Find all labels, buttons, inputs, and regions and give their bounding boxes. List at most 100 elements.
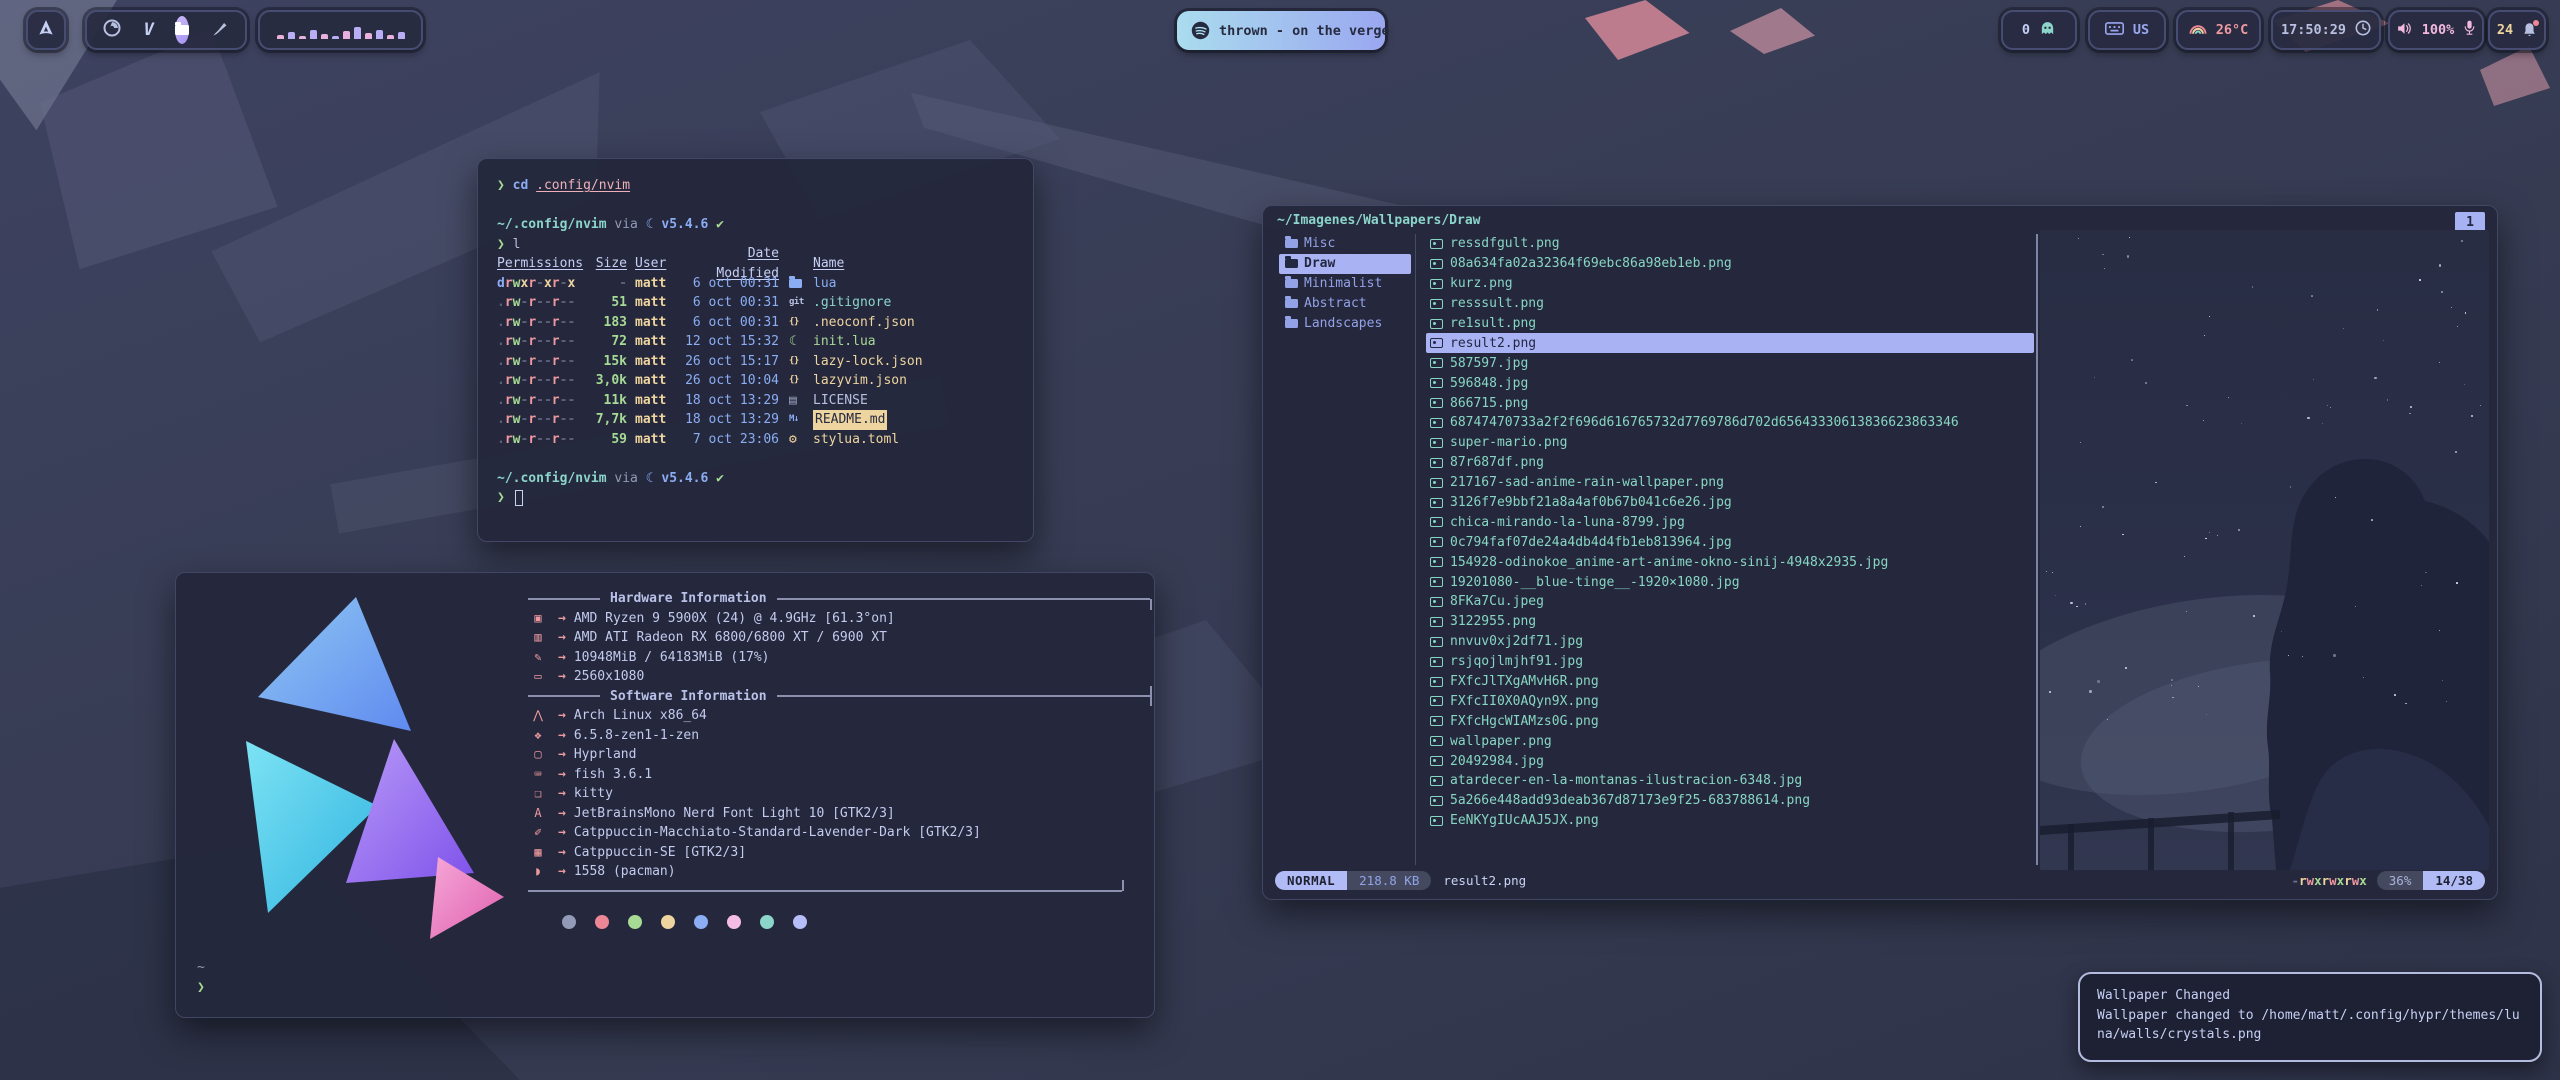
file-size: 183 [587, 313, 627, 333]
file-list-item[interactable]: 3122955.png [1426, 612, 2034, 632]
file-list-item[interactable]: 5a266e448add93deab367d87173e9f25-6837886… [1426, 791, 2034, 811]
file-list-item[interactable]: nnvuv0xj2df71.jpg [1426, 632, 2034, 652]
file-list-item-label: 154928-odinokoe_anime-art-anime-okno-sin… [1450, 555, 1888, 570]
firefox-icon[interactable] [102, 18, 122, 42]
audio-widget[interactable]: 100% [2388, 10, 2484, 50]
pane-divider[interactable] [2036, 234, 2038, 865]
star [2455, 451, 2457, 453]
pacman-ghost-icon [2039, 20, 2056, 41]
keyboard-layout-widget[interactable]: US [2088, 10, 2166, 50]
sidebar-item-minimalist[interactable]: Minimalist [1279, 274, 1411, 294]
file-list-item[interactable]: 587597.jpg [1426, 353, 2034, 373]
spotify-icon [1191, 21, 1210, 40]
clock-widget[interactable]: 17:50:29 [2271, 10, 2381, 50]
star [2343, 328, 2344, 329]
palette-dot [727, 915, 741, 929]
sidebar-item-misc[interactable]: Misc [1279, 234, 1411, 254]
file-list-item-label: 8FKa7Cu.jpeg [1450, 594, 1544, 609]
notification-popup[interactable]: Wallpaper Changed Wallpaper changed to /… [2078, 972, 2542, 1062]
check-icon: ✔ [716, 215, 724, 235]
notifications-widget[interactable]: 24 [2488, 10, 2546, 50]
visualizer-bar [332, 36, 339, 39]
font-icon: A [528, 804, 548, 824]
file-list-item[interactable]: 08a634fa02a32364f69ebc86a98eb1eb.png [1426, 254, 2034, 274]
visualizer-bar [365, 33, 372, 39]
notification-count: 24 [2497, 22, 2513, 38]
notification-title: Wallpaper Changed [2097, 986, 2523, 1006]
file-list-item[interactable]: FXfcHgcWIAMzs0G.png [1426, 711, 2034, 731]
pane-divider [1415, 234, 1416, 865]
file-list-item[interactable]: 8FKa7Cu.jpeg [1426, 592, 2034, 612]
permissions: .rw-r--r-- [497, 410, 579, 430]
command-arg: .config/nvim [536, 176, 630, 196]
logo-triangle-blue [258, 597, 411, 731]
file-list-item[interactable]: resssult.png [1426, 294, 2034, 314]
star [2371, 519, 2373, 521]
file-list-item[interactable]: 154928-odinokoe_anime-art-anime-okno-sin… [1426, 552, 2034, 572]
volume-label: 100% [2422, 22, 2455, 38]
file-list-item[interactable]: 596848.jpg [1426, 373, 2034, 393]
folder-icon [1285, 319, 1298, 328]
updates-widget[interactable]: 0 [2001, 10, 2077, 50]
file-date: 6 oct 00:31 [679, 293, 779, 313]
star [2363, 677, 2364, 678]
visualizer-bar [354, 27, 361, 39]
wallpaper-shard [1730, 8, 1815, 54]
file-list-item[interactable]: ressdfgult.png [1426, 234, 2034, 254]
file-list-item-label: 217167-sad-anime-rain-wallpaper.png [1450, 475, 1724, 490]
file-date: 12 oct 15:32 [679, 332, 779, 352]
file-list-item[interactable]: FXfcJlTXgAMvH6R.png [1426, 672, 2034, 692]
file-list-item[interactable]: 20492984.jpg [1426, 751, 2034, 771]
fetch-terminal-window[interactable]: Hardware Information ▣→AMD Ryzen 9 5900X… [175, 572, 1155, 1018]
file-list-item-label: atardecer-en-la-montanas-ilustracion-634… [1450, 773, 1802, 788]
file-list-item[interactable]: 0c794faf07de24a4db4d4fb1eb813964.jpg [1426, 532, 2034, 552]
image-file-icon [1430, 418, 1443, 428]
file-list-item[interactable]: rsjqojlmjhf91.jpg [1426, 652, 2034, 672]
software-section-header: Software Information [528, 687, 1152, 707]
file-list-item[interactable]: super-mario.png [1426, 433, 2034, 453]
vim-icon[interactable]: V [144, 20, 154, 40]
file-manager-window[interactable]: ~/Imagenes/Wallpapers/Draw 1 MiscDrawMin… [1262, 205, 2498, 900]
file-list-item[interactable]: EeNKYgIUcAAJ5JX.png [1426, 811, 2034, 831]
music-pill[interactable]: thrown - on the verge [1177, 11, 1385, 50]
star [2394, 694, 2396, 696]
fetch-info-row: ▦→Catppuccin-SE [GTK2/3] [528, 843, 1152, 863]
notification-body: Wallpaper changed to /home/matt/.config/… [2097, 1006, 2521, 1045]
star [2078, 238, 2080, 240]
file-list-item[interactable]: 87r687df.png [1426, 453, 2034, 473]
file-date: 18 oct 13:29 [679, 391, 779, 411]
fetch-info-value: Arch Linux x86_64 [574, 706, 707, 726]
file-owner: matt [635, 391, 671, 411]
files-icon[interactable] [175, 16, 189, 44]
folder-glyph [789, 279, 802, 288]
palette-dot [661, 915, 675, 929]
file-list-item[interactable]: result2.png [1426, 333, 2034, 353]
file-list-item[interactable]: kurz.png [1426, 274, 2034, 294]
file-list-item[interactable]: chica-mirando-la-luna-8799.jpg [1426, 512, 2034, 532]
weather-widget[interactable]: 26°C [2176, 10, 2261, 50]
star [2333, 654, 2336, 657]
terminal-window[interactable]: ❯ cd .config/nvim ~/.config/nvim via ☾ v… [477, 158, 1034, 542]
json-icon: {} [789, 313, 813, 333]
arrow-icon: → [558, 862, 566, 882]
file-list-item[interactable]: wallpaper.png [1426, 731, 2034, 751]
temperature-label: 26°C [2216, 22, 2249, 38]
star [2070, 602, 2073, 605]
file-list-item[interactable]: 3126f7e9bbf21a8a4af0b67b041c6e26.jpg [1426, 493, 2034, 513]
image-file-icon [1430, 696, 1443, 706]
brush-icon[interactable] [211, 19, 230, 42]
file-list-item[interactable]: 217167-sad-anime-rain-wallpaper.png [1426, 473, 2034, 493]
file-list-item[interactable]: 19201080-__blue-tinge__-1920×1080.jpg [1426, 572, 2034, 592]
launcher-button[interactable] [26, 10, 66, 50]
file-list-item[interactable]: atardecer-en-la-montanas-ilustracion-634… [1426, 771, 2034, 791]
sidebar-item-draw[interactable]: Draw [1279, 254, 1411, 274]
file-list-item[interactable]: 866715.png [1426, 393, 2034, 413]
fetch-info-value: JetBrainsMono Nerd Font Light 10 [GTK2/3… [574, 804, 895, 824]
file-list-item[interactable]: FXfcII0X0AQyn9X.png [1426, 691, 2034, 711]
file-list-item[interactable]: re1sult.png [1426, 314, 2034, 334]
sidebar-item-abstract[interactable]: Abstract [1279, 294, 1411, 314]
file-list-item[interactable]: 68747470733a2f2f696d616765732d7769786d70… [1426, 413, 2034, 433]
music-visualizer[interactable] [258, 10, 423, 50]
sidebar-item-landscapes[interactable]: Landscapes [1279, 314, 1411, 334]
tab-badge[interactable]: 1 [2455, 212, 2485, 232]
